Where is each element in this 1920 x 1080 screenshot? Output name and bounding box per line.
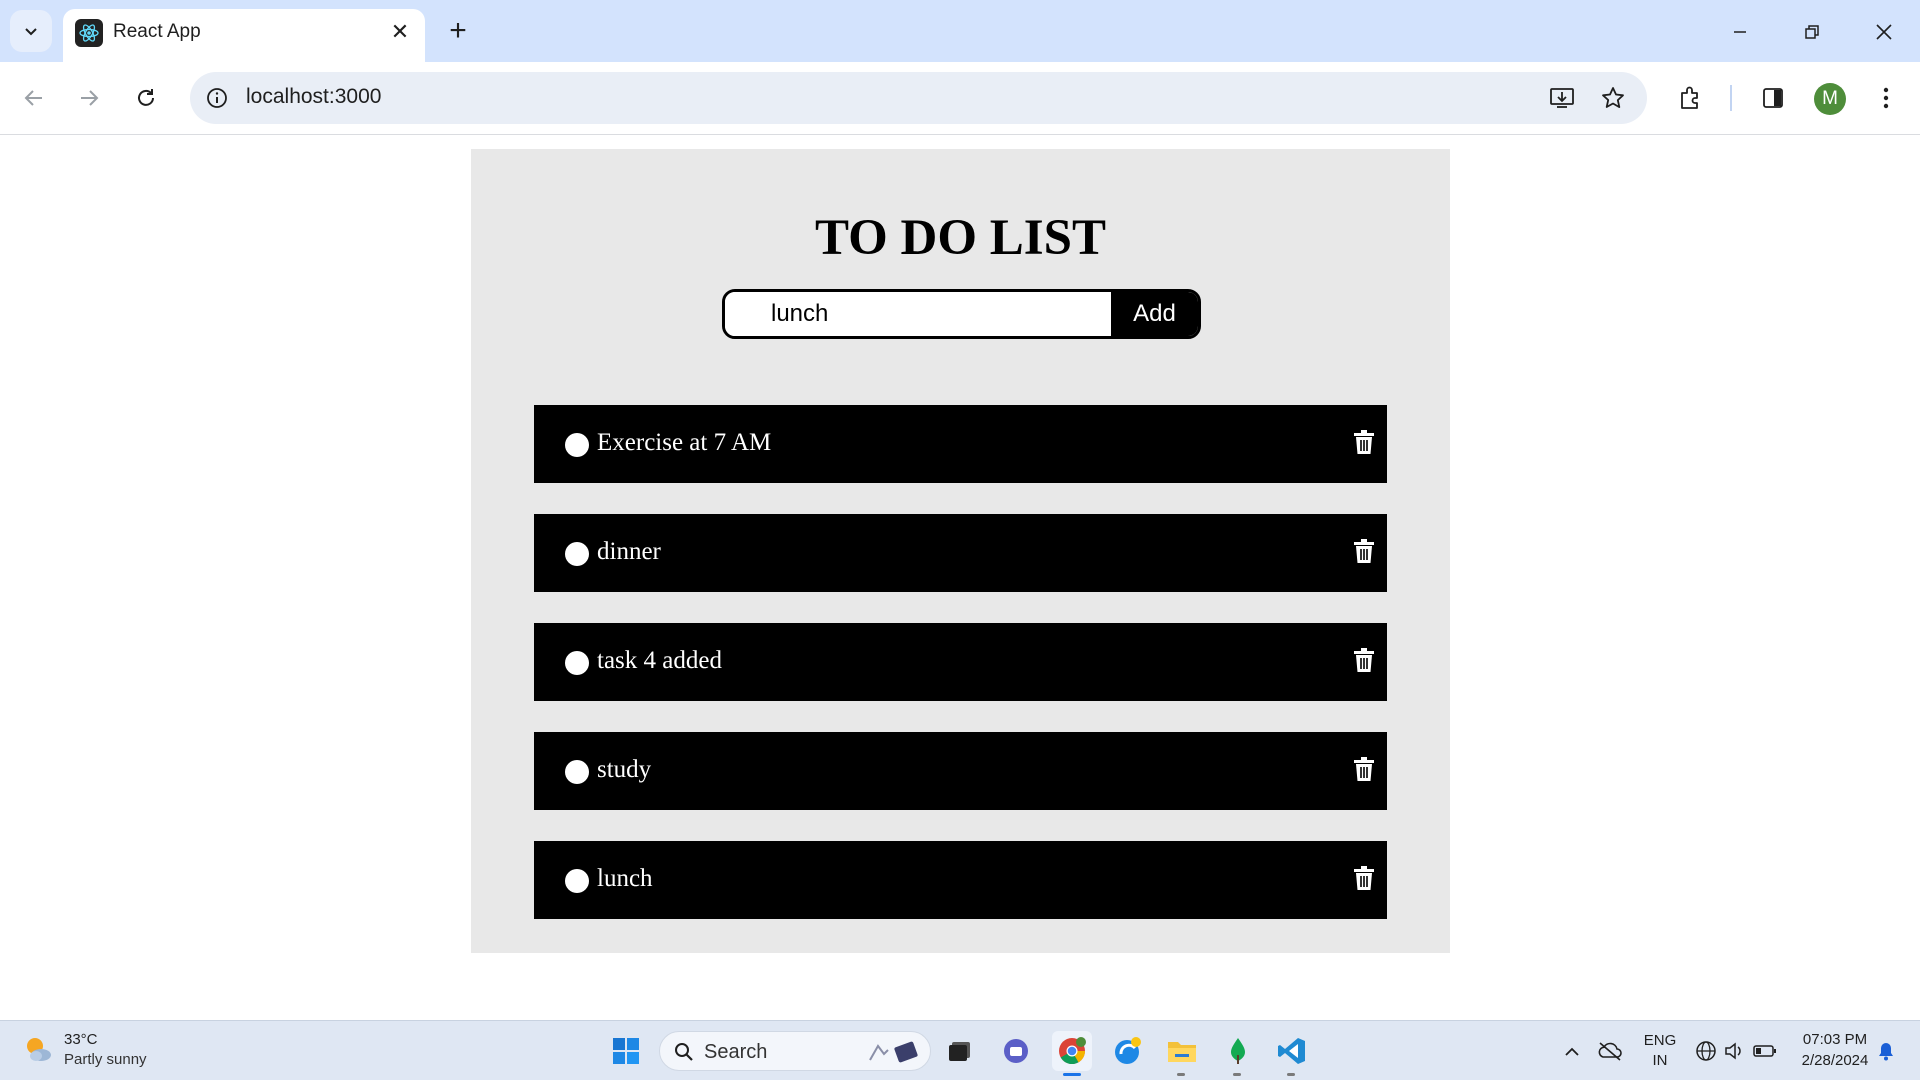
minimize-icon	[1734, 31, 1746, 33]
new-tab-button[interactable]: +	[441, 14, 475, 48]
todo-list: Exercise at 7 AM dinner task 4 added stu…	[534, 405, 1387, 950]
profile-avatar[interactable]: M	[1814, 83, 1846, 115]
todo-checkbox[interactable]	[565, 542, 589, 566]
trash-icon[interactable]	[1351, 428, 1377, 456]
extensions-icon[interactable]	[1670, 78, 1710, 118]
todo-text: dinner	[597, 538, 661, 565]
add-todo-form: Add	[722, 289, 1201, 339]
trash-icon[interactable]	[1351, 755, 1377, 783]
region-indicator[interactable]: IN	[1642, 1052, 1678, 1069]
weather-sun-cloud-icon[interactable]	[22, 1033, 54, 1065]
minimize-button[interactable]	[1720, 12, 1760, 52]
mongodb-compass-icon[interactable]	[1218, 1031, 1258, 1071]
menu-kebab-icon[interactable]	[1866, 78, 1906, 118]
todo-text: lunch	[597, 865, 653, 892]
vscode-open-indicator	[1287, 1073, 1295, 1076]
todo-item[interactable]: task 4 added	[534, 623, 1387, 701]
teams-chat-icon[interactable]	[996, 1031, 1036, 1071]
search-highlight-icon	[869, 1041, 918, 1063]
todo-text: task 4 added	[597, 647, 722, 674]
install-app-icon[interactable]	[1542, 78, 1582, 118]
restore-icon	[1805, 25, 1819, 39]
toolbar-divider	[1730, 85, 1732, 111]
tab-title: React App	[113, 21, 201, 42]
todo-checkbox[interactable]	[565, 433, 589, 457]
reload-icon	[138, 89, 154, 106]
tab-search-button[interactable]	[10, 10, 52, 52]
side-panel-icon[interactable]	[1753, 78, 1793, 118]
page-title: TO DO LIST	[814, 210, 1106, 266]
notification-bell-icon[interactable]	[1866, 1031, 1906, 1071]
taskbar: 33°C Partly sunny Search ENG IN 07:03 PM…	[0, 1020, 1920, 1080]
trash-icon[interactable]	[1351, 646, 1377, 674]
address-bar[interactable]: localhost:3000	[190, 72, 1647, 124]
trash-icon[interactable]	[1351, 537, 1377, 565]
todo-app-card: TO DO LIST Add Exercise at 7 AM dinner	[471, 149, 1450, 953]
todo-item[interactable]: study	[534, 732, 1387, 810]
windows-start-icon[interactable]	[606, 1031, 646, 1071]
browser-tab[interactable]: React App ✕	[63, 9, 425, 62]
back-arrow-icon	[24, 90, 42, 106]
browser-toolbar: localhost:3000	[0, 62, 1920, 135]
search-icon	[675, 1043, 693, 1061]
vscode-icon[interactable]	[1272, 1031, 1312, 1071]
back-button[interactable]	[14, 78, 54, 118]
restore-button[interactable]	[1792, 12, 1832, 52]
close-window-button[interactable]	[1864, 12, 1904, 52]
language-indicator[interactable]: ENG	[1642, 1032, 1678, 1049]
tab-strip: React App ✕ +	[0, 0, 1920, 62]
site-info-icon[interactable]	[202, 83, 232, 113]
todo-item[interactable]: lunch	[534, 841, 1387, 919]
page-viewport: TO DO LIST Add Exercise at 7 AM dinner	[0, 136, 1920, 1020]
todo-text: Exercise at 7 AM	[597, 429, 772, 456]
chrome-active-indicator	[1063, 1073, 1081, 1076]
battery-icon[interactable]	[1745, 1031, 1785, 1071]
react-logo-icon	[75, 19, 103, 47]
todo-item[interactable]: Exercise at 7 AM	[534, 405, 1387, 483]
todo-checkbox[interactable]	[565, 760, 589, 784]
todo-item[interactable]: dinner	[534, 514, 1387, 592]
trash-icon[interactable]	[1351, 864, 1377, 892]
forward-button[interactable]	[69, 78, 109, 118]
weather-temperature[interactable]: 33°C	[64, 1031, 98, 1048]
todo-checkbox[interactable]	[565, 651, 589, 675]
edge-browser-icon[interactable]	[1108, 1031, 1148, 1071]
chevron-down-icon	[25, 28, 37, 36]
add-button[interactable]: Add	[1111, 292, 1198, 336]
bookmark-star-icon[interactable]	[1593, 78, 1633, 118]
weather-description[interactable]: Partly sunny	[64, 1051, 147, 1068]
chrome-taskbar-icon[interactable]	[1052, 1031, 1092, 1071]
tray-chevron-up-icon[interactable]	[1552, 1031, 1592, 1071]
todo-input[interactable]	[725, 292, 1111, 336]
todo-checkbox[interactable]	[565, 869, 589, 893]
onedrive-offline-icon[interactable]	[1590, 1031, 1630, 1071]
mongodb-open-indicator	[1233, 1073, 1241, 1076]
reload-button[interactable]	[126, 78, 166, 118]
taskbar-search[interactable]: Search	[659, 1031, 931, 1071]
close-icon	[1876, 24, 1892, 40]
explorer-open-indicator	[1177, 1073, 1185, 1076]
todo-text: study	[597, 756, 652, 783]
file-explorer-icon[interactable]	[1162, 1031, 1202, 1071]
url-text[interactable]: localhost:3000	[246, 85, 381, 109]
forward-arrow-icon	[81, 90, 99, 106]
task-view-icon[interactable]	[940, 1031, 980, 1071]
search-label: Search	[704, 1041, 768, 1063]
tab-close-icon[interactable]: ✕	[385, 17, 415, 47]
